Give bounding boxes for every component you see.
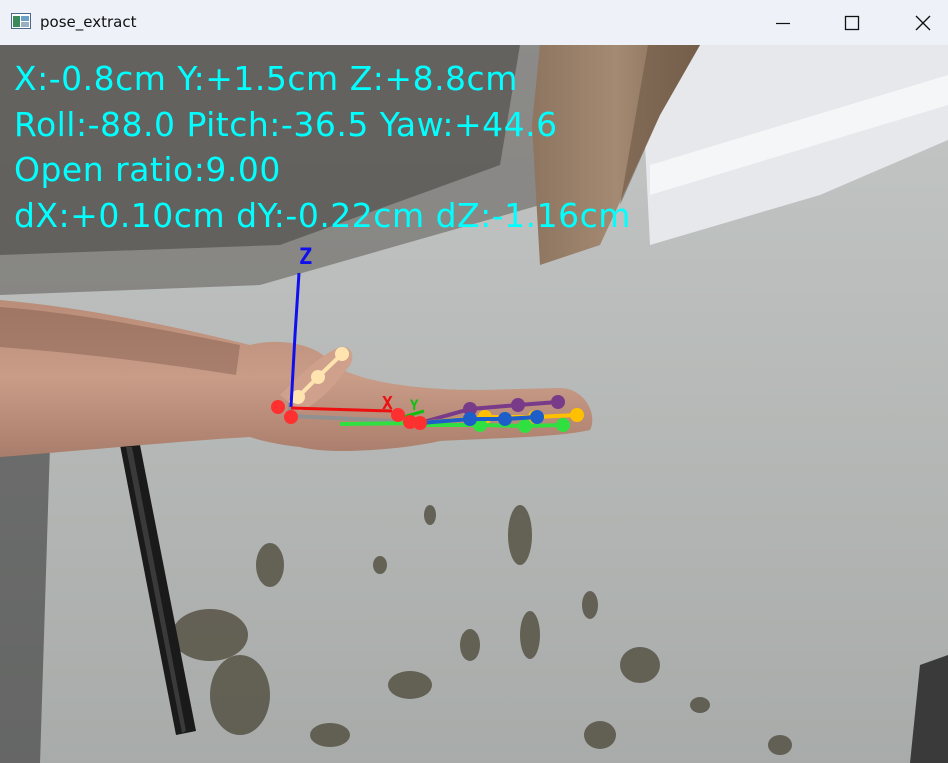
axis-x-label: X [382, 393, 393, 414]
close-icon [915, 15, 931, 30]
open-ratio-readout: Open ratio:9.00 [14, 150, 281, 189]
axis-z-label: Z [299, 245, 313, 270]
app-icon [11, 13, 31, 29]
minimize-button[interactable] [760, 0, 806, 45]
maximize-icon [844, 15, 860, 30]
app-window: pose_extract Z X Y X:-0.8cm Y:+1.5cm Z:+… [0, 0, 948, 763]
close-button[interactable] [900, 0, 946, 45]
window-title: pose_extract [40, 13, 137, 31]
minimize-icon [776, 22, 790, 24]
position-readout: X:-0.8cm Y:+1.5cm Z:+8.8cm [14, 59, 518, 98]
title-bar[interactable]: pose_extract [0, 0, 948, 45]
rotation-readout: Roll:-88.0 Pitch:-36.5 Yaw:+44.6 [14, 105, 558, 144]
maximize-button[interactable] [829, 0, 875, 45]
camera-view: Z X Y X:-0.8cm Y:+1.5cm Z:+8.8cm Roll:-8… [0, 45, 948, 763]
axis-x [290, 406, 393, 413]
delta-readout: dX:+0.10cm dY:-0.22cm dZ:-1.16cm [14, 196, 631, 235]
axis-y-label: Y [410, 398, 419, 414]
axis-z [289, 272, 301, 408]
finger-thumb [288, 347, 349, 405]
